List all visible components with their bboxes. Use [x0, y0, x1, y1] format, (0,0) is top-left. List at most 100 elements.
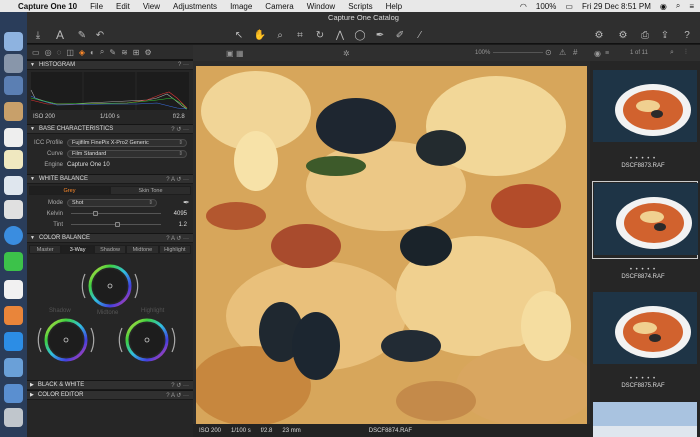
music-icon[interactable] [4, 280, 23, 299]
local-adj-tab-icon[interactable]: ✎ [109, 48, 116, 57]
draw-mask-icon[interactable]: ✒ [373, 28, 387, 42]
menu-edit[interactable]: Edit [116, 2, 130, 11]
tab-3-way[interactable]: 3-Way [61, 245, 94, 254]
color-balance-header[interactable]: ▼ COLOR BALANCE ? A ↺ ··· [27, 233, 193, 243]
multi-view-icon[interactable]: ▦ [236, 49, 244, 58]
tab-skin-tone[interactable]: Skin Tone [110, 186, 191, 195]
single-view-icon[interactable]: ▣ [226, 49, 234, 58]
launchpad-icon[interactable] [4, 54, 23, 73]
facetime-icon[interactable] [4, 252, 23, 271]
tab-master[interactable]: Master [29, 245, 62, 254]
panel-options-icon[interactable]: ? A ↺ ··· [166, 176, 189, 183]
search-icon[interactable]: ⌕ [676, 1, 680, 11]
help-icon[interactable]: ? [680, 28, 694, 42]
color-picker-icon[interactable]: ⁄ [413, 28, 427, 42]
annotation-tool-icon[interactable]: ◯ [353, 28, 367, 42]
thumbnail-selected[interactable] [592, 181, 698, 259]
tint-value[interactable]: 1.2 [179, 222, 187, 228]
clock[interactable]: Fri 29 Dec 8:51 PM [582, 2, 651, 11]
ibooks-icon[interactable] [4, 306, 23, 325]
tab-shadow[interactable]: Shadow [93, 245, 127, 254]
lens-tab-icon[interactable]: ◌ [57, 48, 62, 57]
menu-adjustments[interactable]: Adjustments [173, 2, 217, 11]
calendar-icon[interactable] [4, 128, 23, 147]
proof-icon[interactable]: ⊙ [545, 48, 552, 57]
output-tab-icon[interactable]: ⚙ [144, 48, 151, 57]
export-icon[interactable]: ⇪ [658, 28, 672, 42]
sysprefs-icon[interactable] [4, 358, 23, 377]
composition-tab-icon[interactable]: ◫ [66, 48, 74, 57]
wb-mode-select[interactable]: Shot ⇕ [67, 198, 157, 207]
exposure-warning-icon[interactable]: ⚠ [559, 48, 566, 57]
battery-icon[interactable]: ▭ [565, 2, 573, 11]
tab-highlight[interactable]: Highlight [158, 245, 192, 254]
thumbnail[interactable] [592, 401, 698, 437]
undo-icon[interactable]: ↶ [93, 28, 107, 42]
menu-list-icon[interactable]: ≡ [689, 2, 694, 11]
process-icon[interactable]: ⚙ [616, 28, 630, 42]
menu-window[interactable]: Window [307, 2, 335, 11]
base-characteristics-header[interactable]: ▼ BASE CHARACTERISTICS ? ↺ ··· [27, 124, 193, 134]
adjustments-tab-icon[interactable]: ≋ [121, 48, 128, 57]
black-white-header[interactable]: ▶ BLACK & WHITE ? ↺ ··· [27, 380, 193, 390]
zoom-tool-icon[interactable]: ⌕ [273, 28, 287, 42]
highlight-wheel[interactable] [118, 318, 176, 362]
view-icon[interactable]: ◉ [594, 49, 601, 58]
grid-icon[interactable]: # [573, 48, 577, 57]
curve-select[interactable]: Film Standard ⇕ [67, 149, 187, 158]
color-tab-icon[interactable]: ◈ [79, 48, 85, 57]
filter-icon[interactable]: ⫶ [685, 49, 687, 57]
kelvin-value[interactable]: 4095 [174, 211, 187, 217]
notes-icon[interactable] [4, 102, 23, 121]
preview-icon[interactable] [4, 76, 23, 95]
panel-options-icon[interactable]: ? ··· [178, 62, 189, 68]
panel-options-icon[interactable]: ? ↺ ··· [171, 126, 189, 133]
photos-icon[interactable] [4, 200, 23, 219]
rating-dots[interactable]: • • • • • [590, 156, 696, 162]
kelvin-slider-knob[interactable] [93, 211, 98, 216]
menu-image[interactable]: Image [230, 2, 252, 11]
midtone-wheel[interactable] [81, 264, 139, 308]
exposure-tab-icon[interactable]: ◐ [90, 48, 95, 57]
histogram-header[interactable]: ▼ HISTOGRAM ? ··· [27, 60, 193, 70]
wifi-icon[interactable]: ◠ [520, 2, 527, 11]
settings-icon[interactable]: ⚙ [592, 28, 606, 42]
wb-picker-icon[interactable]: ✒ [183, 198, 190, 207]
zoom-value[interactable]: 100% [475, 50, 490, 56]
print-icon[interactable]: ⎙ [638, 28, 652, 42]
main-photo[interactable] [196, 66, 587, 424]
app-menu[interactable]: Capture One 10 [18, 2, 77, 11]
panel-options-icon[interactable]: ? A ↺ ··· [166, 392, 189, 399]
sort-icon[interactable]: ≡ [605, 50, 609, 57]
text-icon[interactable]: A [53, 28, 67, 42]
kelvin-slider[interactable] [71, 213, 161, 214]
icc-profile-select[interactable]: Fujifilm FinePix X-Pro2 Generic ⇕ [67, 138, 187, 147]
trash-icon[interactable] [4, 408, 23, 427]
menu-scripts[interactable]: Scripts [348, 2, 372, 11]
user-icon[interactable]: ◉ [660, 2, 667, 11]
rotate-tool-icon[interactable]: ↻ [313, 28, 327, 42]
reminders-icon[interactable] [4, 176, 23, 195]
rating-dots[interactable]: • • • • • [590, 376, 696, 382]
stickies-icon[interactable] [4, 150, 23, 169]
messages-icon[interactable] [4, 226, 23, 245]
crop-tool-icon[interactable]: ⌗ [293, 28, 307, 42]
appstore-icon[interactable] [4, 332, 23, 351]
shadow-wheel[interactable] [37, 318, 95, 362]
panel-options-icon[interactable]: ? ↺ ··· [171, 382, 189, 389]
menu-camera[interactable]: Camera [265, 2, 293, 11]
color-editor-header[interactable]: ▶ COLOR EDITOR ? A ↺ ··· [27, 390, 193, 400]
rating-dots[interactable]: • • • • • [590, 267, 696, 273]
brush-icon[interactable]: ✎ [75, 28, 89, 42]
menu-file[interactable]: File [90, 2, 103, 11]
browser-search-icon[interactable]: ⌕ [670, 49, 674, 57]
keystone-tool-icon[interactable]: ⋀ [333, 28, 347, 42]
tint-slider-knob[interactable] [115, 222, 120, 227]
erase-mask-icon[interactable]: ✐ [393, 28, 407, 42]
library-tab-icon[interactable]: ▭ [32, 48, 40, 57]
white-balance-header[interactable]: ▼ WHITE BALANCE ? A ↺ ··· [27, 174, 193, 184]
metadata-tab-icon[interactable]: ⊞ [133, 48, 140, 57]
pan-tool-icon[interactable]: ✋ [253, 28, 267, 42]
thumbnail[interactable] [592, 69, 698, 147]
import-icon[interactable]: ⤓ [31, 28, 45, 42]
